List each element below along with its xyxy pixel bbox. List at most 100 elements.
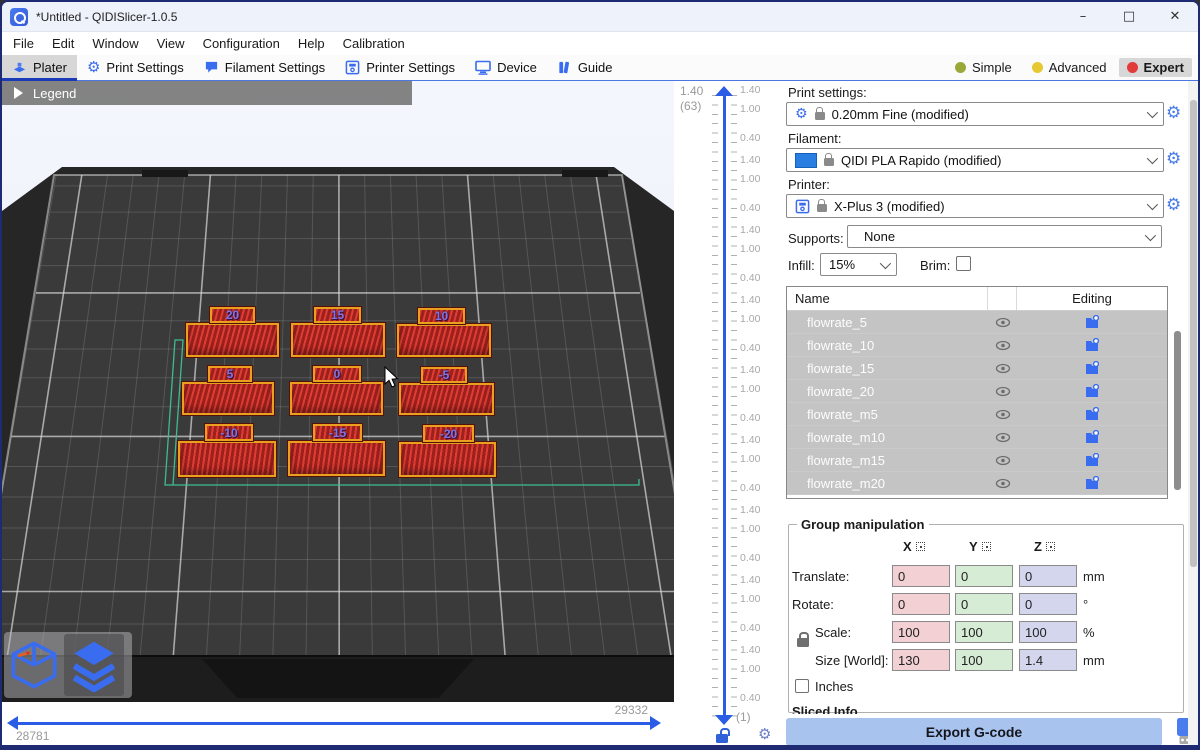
scale-z-field[interactable] [1019,621,1077,643]
flowrate-object-tab[interactable]: 10 [418,308,465,324]
maximize-button[interactable]: □ [1106,2,1152,31]
layer-slider-track[interactable] [723,95,726,717]
flowrate-object-body[interactable] [288,441,385,476]
preview-view-button[interactable] [64,634,124,696]
flowrate-object-tab[interactable]: -10 [205,424,253,441]
flowrate-object-tab[interactable]: -5 [421,367,467,383]
layer-slider-thumb-bottom[interactable] [715,715,733,725]
flowrate-object-body[interactable] [186,323,279,357]
inches-checkbox[interactable] [795,679,809,693]
flowrate-object-body[interactable] [399,442,496,477]
menu-edit[interactable]: Edit [43,36,83,51]
menu-window[interactable]: Window [83,36,147,51]
flowrate-object-body[interactable] [397,324,491,357]
print-settings-combo[interactable]: ⚙ 0.20mm Fine (modified) [786,102,1164,126]
visibility-toggle[interactable] [988,455,1017,466]
object-row[interactable]: flowrate_m5 [787,403,1167,426]
edit-object-button[interactable] [1017,430,1167,444]
flowrate-object-body[interactable] [178,441,276,477]
visibility-toggle[interactable] [988,340,1017,351]
tab-device[interactable]: Device [465,55,547,80]
viewport-3d[interactable]: 20 15 10 5 0 -5 -10 -15 -20 Legend [2,81,674,747]
legend-bar[interactable]: Legend [2,81,412,105]
print-settings-gear-button[interactable]: ⚙ [1166,105,1181,122]
layer-slider-thumb-top[interactable] [715,86,733,96]
filament-combo[interactable]: QIDI PLA Rapido (modified) [786,148,1164,172]
visibility-toggle[interactable] [988,409,1017,420]
flowrate-object-tab[interactable]: 5 [208,366,252,382]
object-row[interactable]: flowrate_5 [787,311,1167,334]
translate-y-field[interactable] [955,565,1013,587]
mode-expert[interactable]: Expert [1119,58,1192,77]
edit-object-button[interactable] [1017,338,1167,352]
object-row[interactable]: flowrate_10 [787,334,1167,357]
visibility-toggle[interactable] [988,363,1017,374]
edit-object-button[interactable] [1017,453,1167,467]
supports-combo[interactable]: None [847,225,1162,248]
flowrate-object-body[interactable] [182,382,274,415]
scale-x-field[interactable] [892,621,950,643]
size-x-field[interactable] [892,649,950,671]
tab-printer-settings[interactable]: Printer Settings [335,55,465,80]
tab-plater[interactable]: Plater [2,55,77,80]
translate-z-field[interactable] [1019,565,1077,587]
hslider-track[interactable] [18,722,650,725]
mode-simple[interactable]: Simple [947,58,1020,77]
rotate-y-field[interactable] [955,593,1013,615]
editor-view-button[interactable] [4,634,64,696]
flowrate-object-tab[interactable]: 20 [210,307,255,323]
minimize-button[interactable]: – [1060,2,1106,31]
visibility-toggle[interactable] [988,478,1017,489]
menu-configuration[interactable]: Configuration [194,36,289,51]
object-row[interactable]: flowrate_m20 [787,472,1167,495]
visibility-toggle[interactable] [988,317,1017,328]
flowrate-object-body[interactable] [399,383,494,415]
printer-gear-button[interactable]: ⚙ [1166,197,1181,214]
brim-checkbox[interactable] [956,256,971,271]
visibility-toggle[interactable] [988,386,1017,397]
flowrate-object-tab[interactable]: -15 [313,424,362,441]
rotate-x-field[interactable] [892,593,950,615]
size-z-field[interactable] [1019,649,1077,671]
menu-help[interactable]: Help [289,36,334,51]
edit-object-button[interactable] [1017,384,1167,398]
edit-object-button[interactable] [1017,315,1167,329]
infill-combo[interactable]: 15% [820,253,897,276]
menu-calibration[interactable]: Calibration [334,36,414,51]
edit-object-button[interactable] [1017,407,1167,421]
object-row[interactable]: flowrate_15 [787,357,1167,380]
mode-advanced[interactable]: Advanced [1024,58,1115,77]
flowrate-object-body[interactable] [290,382,383,415]
edit-object-button[interactable] [1017,361,1167,375]
hslider-right-arrow[interactable] [650,716,661,730]
legend-expand-icon[interactable] [14,87,23,99]
flowrate-object-tab[interactable]: -20 [423,425,474,442]
menu-file[interactable]: File [4,36,43,51]
object-list-scrollbar[interactable] [1174,331,1181,490]
slider-settings-gear-icon[interactable]: ⚙ [758,727,771,742]
flowrate-object-tab[interactable]: 0 [313,366,361,382]
edit-object-button[interactable] [1017,476,1167,490]
tab-filament-settings[interactable]: Filament Settings [194,55,335,80]
tab-guide[interactable]: Guide [547,55,623,80]
visibility-toggle[interactable] [988,432,1017,443]
translate-x-field[interactable] [892,565,950,587]
flowrate-object-tab[interactable]: 15 [314,307,361,323]
scale-y-field[interactable] [955,621,1013,643]
tab-print-settings[interactable]: ⚙ Print Settings [77,55,194,80]
printer-combo[interactable]: X-Plus 3 (modified) [786,194,1164,218]
object-row[interactable]: flowrate_m15 [787,449,1167,472]
close-button[interactable]: ✕ [1152,2,1198,31]
flowrate-object-body[interactable] [291,323,385,357]
unlock-icon[interactable] [716,734,728,743]
filament-gear-button[interactable]: ⚙ [1166,151,1181,168]
rotate-z-field[interactable] [1019,593,1077,615]
hslider-left-arrow[interactable] [7,716,18,730]
panel-scrollbar-thumb[interactable] [1190,100,1197,567]
size-y-field[interactable] [955,649,1013,671]
object-row[interactable]: flowrate_m10 [787,426,1167,449]
export-gcode-button[interactable]: Export G-code [786,718,1162,746]
object-row[interactable]: flowrate_20 [787,380,1167,403]
menu-view[interactable]: View [148,36,194,51]
uniform-scale-lock-icon[interactable] [797,638,809,647]
